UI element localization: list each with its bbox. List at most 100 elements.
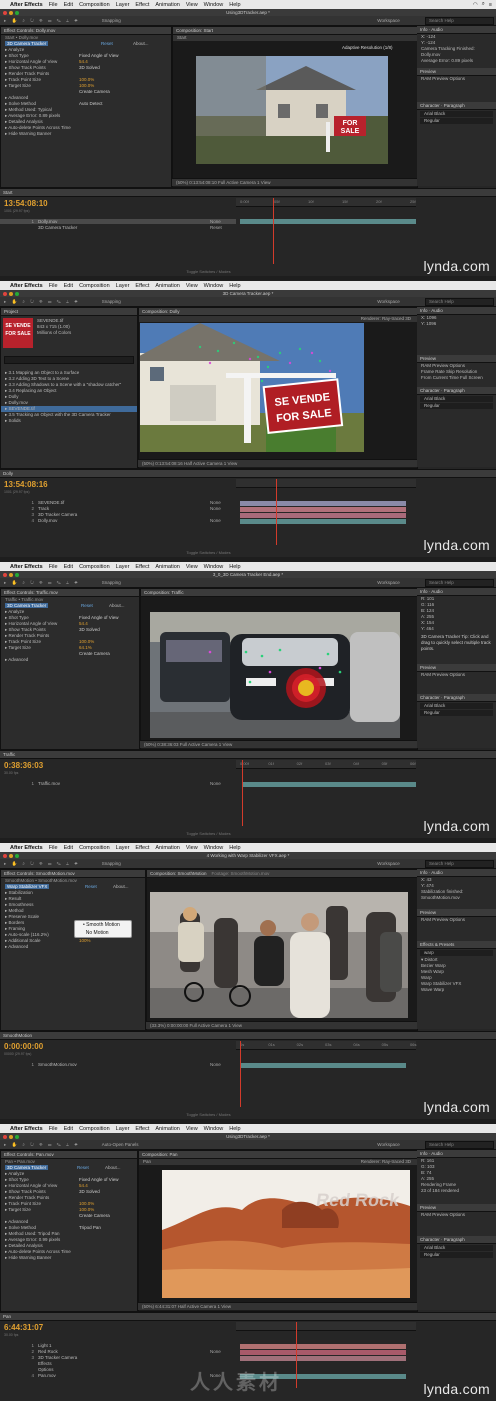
menu-window[interactable]: Window [204,564,224,570]
layer-bar-4[interactable] [240,519,406,524]
font-select[interactable]: Arial Black [420,703,493,709]
layer-bar[interactable] [242,782,416,787]
info-tab[interactable]: Info · Audio [417,26,496,34]
timeline-layer-row[interactable]: 1 Light 1 [0,1343,236,1348]
menu-view[interactable]: View [186,564,198,570]
time-ruler[interactable] [236,479,416,488]
playhead[interactable] [273,198,274,264]
menu-edit[interactable]: Edit [64,845,73,851]
menu-view[interactable]: View [186,845,198,851]
snapping-toggle[interactable]: Snapping [102,299,121,304]
layer-mode[interactable]: None [210,781,221,786]
menu-layer[interactable]: Layer [116,564,130,570]
font-style-select[interactable]: Regular [420,118,493,124]
effects-search-input[interactable]: warp [420,950,493,956]
menu-help[interactable]: Help [229,2,240,8]
current-time[interactable]: 6:44:31:07 [4,1323,43,1332]
layer-bar-3[interactable] [240,513,406,518]
toggle-switches-modes[interactable]: Toggle Switches / Modes [0,831,417,836]
preview-tab[interactable]: Preview [417,664,496,672]
time-ruler[interactable]: 0s 01s 02s 03s 04s 05s 06s [236,1041,416,1050]
font-style-select[interactable]: Regular [420,403,493,409]
info-tab[interactable]: Info · Audio [417,588,496,596]
minimize-window-icon[interactable] [9,10,13,15]
effect-name[interactable]: 3D Camera Tracker [5,603,49,608]
layer-mode[interactable]: None [210,1349,221,1354]
character-tab[interactable]: Character · Paragraph [417,694,496,702]
font-select[interactable]: Arial Black [420,396,493,402]
zoom-window-icon[interactable] [15,572,19,577]
viewer-controls[interactable]: (50%) 0:13:54:08:10 Full Active Camera 1… [172,178,420,186]
menu-composition[interactable]: Composition [79,283,110,289]
composition-viewer[interactable]: SE VENDE FOR SALE [140,323,364,452]
character-tab[interactable]: Character · Paragraph [417,102,496,110]
menu-composition[interactable]: Composition [79,1126,110,1132]
layer-bar-1[interactable] [240,501,406,506]
timeline-tab[interactable]: SmoothMotion [0,1032,496,1040]
timeline-layer-row[interactable]: 3D Camera Tracker Reset [0,225,236,230]
menu-effect[interactable]: Effect [135,283,149,289]
renderer-label[interactable]: Renderer: Ray-traced 3D [139,316,417,322]
comp-breadcrumb[interactable]: Start [173,35,417,41]
layer-mode[interactable]: Reset [210,225,222,230]
effect-controls-tab[interactable]: Effect Controls: Pan.mov [1,1151,137,1159]
current-time[interactable]: 0:00:00:00 [4,1042,43,1051]
effect-controls-tab[interactable]: Effect Controls: Dolly.mov [1,27,171,35]
layer-bar-2[interactable] [240,507,406,512]
menu-animation[interactable]: Animation [155,2,179,8]
toggle-switches-modes[interactable]: Toggle Switches / Modes [0,269,417,274]
layer-bar[interactable] [240,219,416,224]
menu-file[interactable]: File [49,845,58,851]
menu-view[interactable]: View [186,1126,198,1132]
composition-tab[interactable]: Composition: Traffic [141,589,417,597]
menu-layer[interactable]: Layer [116,845,130,851]
footage-tab-label[interactable]: Footage: SmoothMotion.mov [212,871,270,876]
menu-window[interactable]: Window [204,2,224,8]
effects-presets-tab[interactable]: Effects & Presets [417,941,496,949]
menu-animation[interactable]: Animation [155,845,179,851]
timeline-tab[interactable]: Dolly [0,470,496,478]
minimize-window-icon[interactable] [9,853,13,858]
layer-bar-1[interactable] [240,1344,406,1349]
menu-option-no-motion[interactable]: No Motion [75,929,131,937]
layer-name[interactable]: Options [38,1367,54,1372]
menu-help[interactable]: Help [229,845,240,851]
menu-animation[interactable]: Animation [155,564,179,570]
preview-tab[interactable]: Preview [417,68,496,76]
effect-controls-tab[interactable]: Effect Controls: Traffic.mov [1,589,139,597]
timeline-layer-row[interactable]: 1 Traffic.mov None [0,781,236,786]
zoom-window-icon[interactable] [15,853,19,858]
playhead[interactable] [240,1041,241,1107]
zoom-window-icon[interactable] [15,1134,19,1139]
zoom-window-icon[interactable] [15,10,19,15]
menu-effect[interactable]: Effect [135,845,149,851]
layer-mode[interactable]: None [210,500,221,505]
close-window-icon[interactable] [3,572,7,577]
layer-name[interactable]: 3D Camera Tracker [38,225,77,230]
menu-window[interactable]: Window [204,845,224,851]
menu-file[interactable]: File [49,283,58,289]
menu-window[interactable]: Window [204,1126,224,1132]
info-tab[interactable]: Info · Audio [417,1150,496,1158]
layer-name[interactable]: SEVENDE.tif [38,500,64,505]
effects-list-item[interactable]: Wave Warp [417,987,496,993]
playhead[interactable] [276,479,277,545]
time-ruler[interactable]: 0:00f 05f 10f 15f 20f 25f [236,198,416,207]
composition-viewer[interactable] [150,612,400,738]
toggle-switches-modes[interactable]: Toggle Switches / Modes [0,1112,417,1117]
layer-mode[interactable]: None [210,219,221,224]
composition-viewer[interactable]: Red Rock [162,1170,410,1298]
timeline-layer-row[interactable]: 3 3D Tracker Camera [0,512,236,517]
menu-edit[interactable]: Edit [64,2,73,8]
spotlight-icon[interactable]: ⌕ [482,1,485,8]
menu-composition[interactable]: Composition [79,564,110,570]
menu-effect[interactable]: Effect [135,564,149,570]
info-tab[interactable]: Info · Audio [417,869,496,877]
character-tab[interactable]: Character · Paragraph [417,387,496,395]
project-search-input[interactable] [4,356,134,364]
menu-view[interactable]: View [186,283,198,289]
time-ruler[interactable]: 0:00f 01f 02f 03f 04f 05f 06f [236,760,416,769]
effect-controls-tab[interactable]: Effect Controls: SmoothMotion.mov [1,870,145,878]
timeline-layer-row[interactable]: 1 SmoothMotion.mov None [0,1062,236,1067]
menu-composition[interactable]: Composition [79,845,110,851]
